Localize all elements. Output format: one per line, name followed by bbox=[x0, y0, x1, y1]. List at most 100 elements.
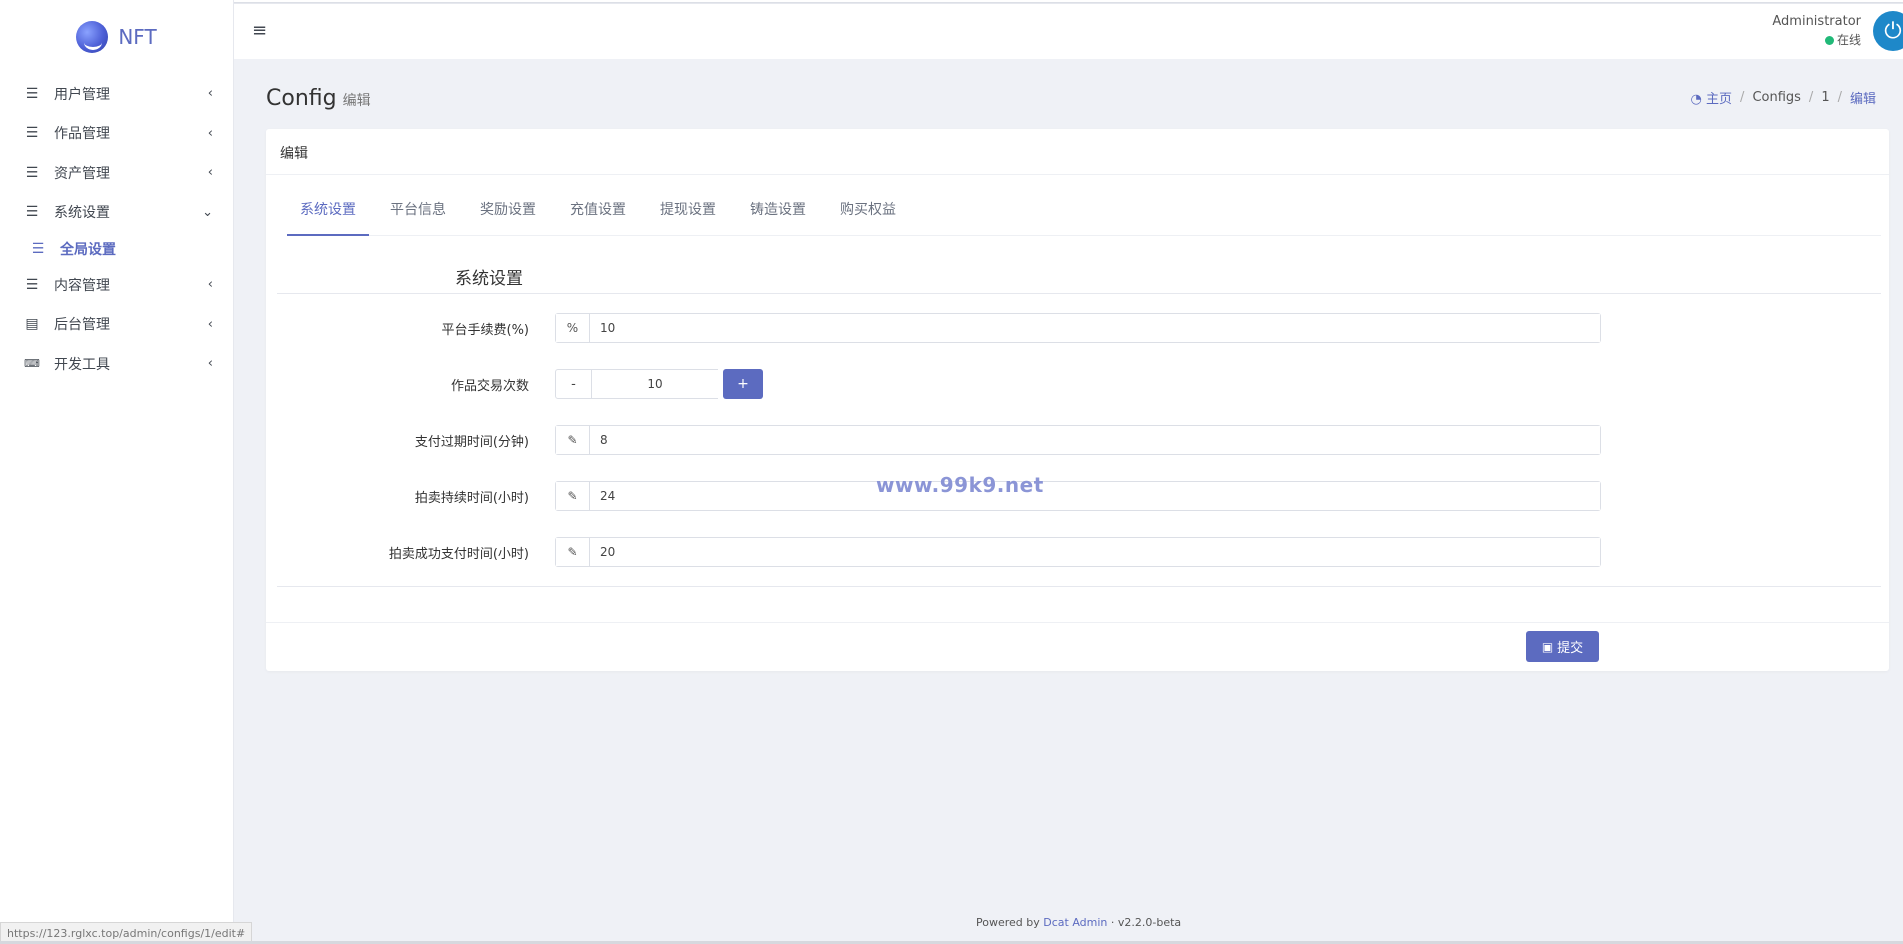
save-icon: ▣ bbox=[1541, 639, 1554, 654]
form-row-fee: 平台手续费(%) % 10 bbox=[266, 313, 1889, 343]
settings-tabs: 系统设置 平台信息 奖励设置 充值设置 提现设置 铸造设置 购买权益 bbox=[287, 193, 1881, 236]
sidebar-item-users[interactable]: ☰ 用户管理 ‹ bbox=[0, 74, 233, 114]
user-menu[interactable]: Administrator 在线 bbox=[1772, 14, 1861, 48]
sidebar-item-system-settings[interactable]: ☰ 系统设置 ⌄ bbox=[0, 193, 233, 233]
sidebar-subitem-global-settings[interactable]: ☰ 全局设置 bbox=[0, 232, 233, 265]
fee-input-group: % 10 bbox=[555, 313, 1601, 343]
brand[interactable]: NFT bbox=[0, 0, 233, 74]
sidebar: NFT ☰ 用户管理 ‹ ☰ 作品管理 ‹ ☰ 资产管理 ‹ ☰ 系统设置 ⌄ … bbox=[0, 0, 234, 944]
user-status-text: 在线 bbox=[1836, 33, 1861, 47]
auction-pay-time-input-group: ✎ 20 bbox=[555, 537, 1601, 567]
breadcrumb-separator: / bbox=[1740, 90, 1745, 105]
bars-icon: ☰ bbox=[31, 240, 45, 257]
bars-icon: ☰ bbox=[25, 85, 39, 102]
tab-mint-settings[interactable]: 铸造设置 bbox=[737, 193, 819, 236]
chevron-left-icon: ‹ bbox=[207, 165, 213, 181]
tab-purchase-rights[interactable]: 购买权益 bbox=[827, 193, 909, 236]
sidebar-item-content[interactable]: ☰ 内容管理 ‹ bbox=[0, 265, 233, 305]
form-row-trade-count: 作品交易次数 - 10 + bbox=[266, 369, 1889, 399]
online-dot-icon bbox=[1824, 36, 1834, 45]
pencil-icon: ✎ bbox=[556, 482, 590, 510]
chevron-left-icon: ‹ bbox=[207, 356, 213, 372]
breadcrumb: ◔ 主页 / Configs / 1 / 编辑 bbox=[1691, 88, 1876, 107]
form-divider bbox=[277, 586, 1881, 587]
chevron-down-icon: ⌄ bbox=[202, 204, 213, 220]
auction-pay-time-input[interactable]: 20 bbox=[590, 538, 1600, 566]
form-row-auction-pay-time: 拍卖成功支付时间(小时) ✎ 20 bbox=[266, 537, 1889, 567]
footer-version: · v2.2.0-beta bbox=[1110, 916, 1182, 929]
breadcrumb-separator: / bbox=[1808, 90, 1814, 105]
section-divider bbox=[277, 293, 1881, 294]
sidebar-item-assets[interactable]: ☰ 资产管理 ‹ bbox=[0, 153, 233, 193]
chevron-left-icon: ‹ bbox=[207, 277, 213, 293]
breadcrumb-separator: / bbox=[1837, 90, 1842, 105]
dashboard-icon: ◔ bbox=[1690, 92, 1702, 107]
user-status: 在线 bbox=[1772, 31, 1861, 48]
sidebar-item-label: 作品管理 bbox=[54, 126, 110, 143]
field-label: 拍卖持续时间(小时) bbox=[414, 491, 529, 506]
sidebar-subitem-label: 全局设置 bbox=[60, 241, 116, 258]
sidebar-item-label: 开发工具 bbox=[54, 356, 110, 373]
chevron-left-icon: ‹ bbox=[207, 86, 213, 102]
tab-system-settings[interactable]: 系统设置 bbox=[287, 193, 369, 236]
bars-icon: ☰ bbox=[25, 276, 39, 293]
field-label: 拍卖成功支付时间(小时) bbox=[388, 547, 529, 562]
field-label: 平台手续费(%) bbox=[441, 323, 530, 338]
breadcrumb-id[interactable]: 1 bbox=[1821, 90, 1829, 105]
menu-toggle-icon[interactable]: ≡ bbox=[252, 20, 267, 41]
page-title: Config 编辑 bbox=[266, 86, 371, 111]
submit-button[interactable]: ▣ 提交 bbox=[1526, 631, 1599, 662]
percent-addon: % bbox=[556, 314, 590, 342]
list-icon: ☰ bbox=[25, 164, 39, 181]
card-footer-divider bbox=[266, 622, 1889, 623]
sidebar-item-works[interactable]: ☰ 作品管理 ‹ bbox=[0, 114, 233, 154]
edit-card: 编辑 系统设置 平台信息 奖励设置 充值设置 提现设置 铸造设置 购买权益 系统… bbox=[266, 129, 1889, 671]
sidebar-item-label: 资产管理 bbox=[54, 165, 110, 182]
nft-logo-icon bbox=[76, 21, 109, 53]
footer-prefix: Powered by bbox=[976, 916, 1040, 929]
sidebar-item-label: 后台管理 bbox=[54, 317, 110, 334]
trade-count-stepper: - 10 + bbox=[555, 369, 763, 399]
sidebar-item-label: 用户管理 bbox=[54, 86, 110, 103]
list-icon: ☰ bbox=[25, 125, 39, 142]
pay-expire-input-group: ✎ 8 bbox=[555, 425, 1601, 455]
card-title: 编辑 bbox=[266, 129, 1889, 175]
field-label: 作品交易次数 bbox=[450, 379, 529, 394]
auction-duration-input[interactable]: 24 bbox=[590, 482, 1600, 510]
watermark: www.99k9.net bbox=[876, 473, 1044, 497]
sidebar-item-dev-tools[interactable]: ⌨ 开发工具 ‹ bbox=[0, 344, 233, 384]
tab-withdraw-settings[interactable]: 提现设置 bbox=[647, 193, 729, 236]
footer-link[interactable]: Dcat Admin bbox=[1043, 916, 1107, 929]
bars-icon: ☰ bbox=[25, 204, 39, 221]
breadcrumb-configs[interactable]: Configs bbox=[1752, 90, 1800, 105]
sidebar-item-admin[interactable]: ▤ 后台管理 ‹ bbox=[0, 305, 233, 345]
power-icon: ⏻ bbox=[1884, 18, 1902, 44]
form-row-auction-duration: 拍卖持续时间(小时) ✎ 24 bbox=[266, 481, 1889, 511]
submit-label: 提交 bbox=[1557, 641, 1584, 656]
page-title-text: Config bbox=[266, 86, 337, 111]
breadcrumb-home-label: 主页 bbox=[1706, 92, 1733, 107]
pencil-icon: ✎ bbox=[556, 538, 590, 566]
auction-duration-input-group: ✎ 24 bbox=[555, 481, 1601, 511]
sidebar-item-label: 系统设置 bbox=[54, 205, 110, 222]
chevron-left-icon: ‹ bbox=[207, 316, 213, 332]
breadcrumb-home[interactable]: ◔ 主页 bbox=[1691, 88, 1733, 107]
sidebar-item-label: 内容管理 bbox=[54, 277, 110, 294]
page-subtitle: 编辑 bbox=[342, 93, 371, 109]
pencil-icon: ✎ bbox=[556, 426, 590, 454]
top-navbar: ≡ Administrator 在线 ⏻ bbox=[234, 3, 1903, 59]
breadcrumb-current: 编辑 bbox=[1849, 92, 1876, 107]
tab-recharge-settings[interactable]: 充值设置 bbox=[557, 193, 639, 236]
avatar[interactable]: ⏻ bbox=[1873, 11, 1903, 51]
user-name: Administrator bbox=[1772, 14, 1861, 29]
decrement-button[interactable]: - bbox=[555, 369, 592, 399]
pay-expire-input[interactable]: 8 bbox=[590, 426, 1600, 454]
trade-count-input[interactable]: 10 bbox=[592, 369, 718, 399]
tab-platform-info[interactable]: 平台信息 bbox=[377, 193, 459, 236]
brand-name: NFT bbox=[118, 25, 157, 49]
fee-input[interactable]: 10 bbox=[590, 314, 1600, 342]
field-label: 支付过期时间(分钟) bbox=[414, 435, 529, 450]
page-footer: Powered by Dcat Admin · v2.2.0-beta bbox=[976, 916, 1181, 929]
tab-reward-settings[interactable]: 奖励设置 bbox=[467, 193, 549, 236]
increment-button[interactable]: + bbox=[723, 369, 763, 399]
